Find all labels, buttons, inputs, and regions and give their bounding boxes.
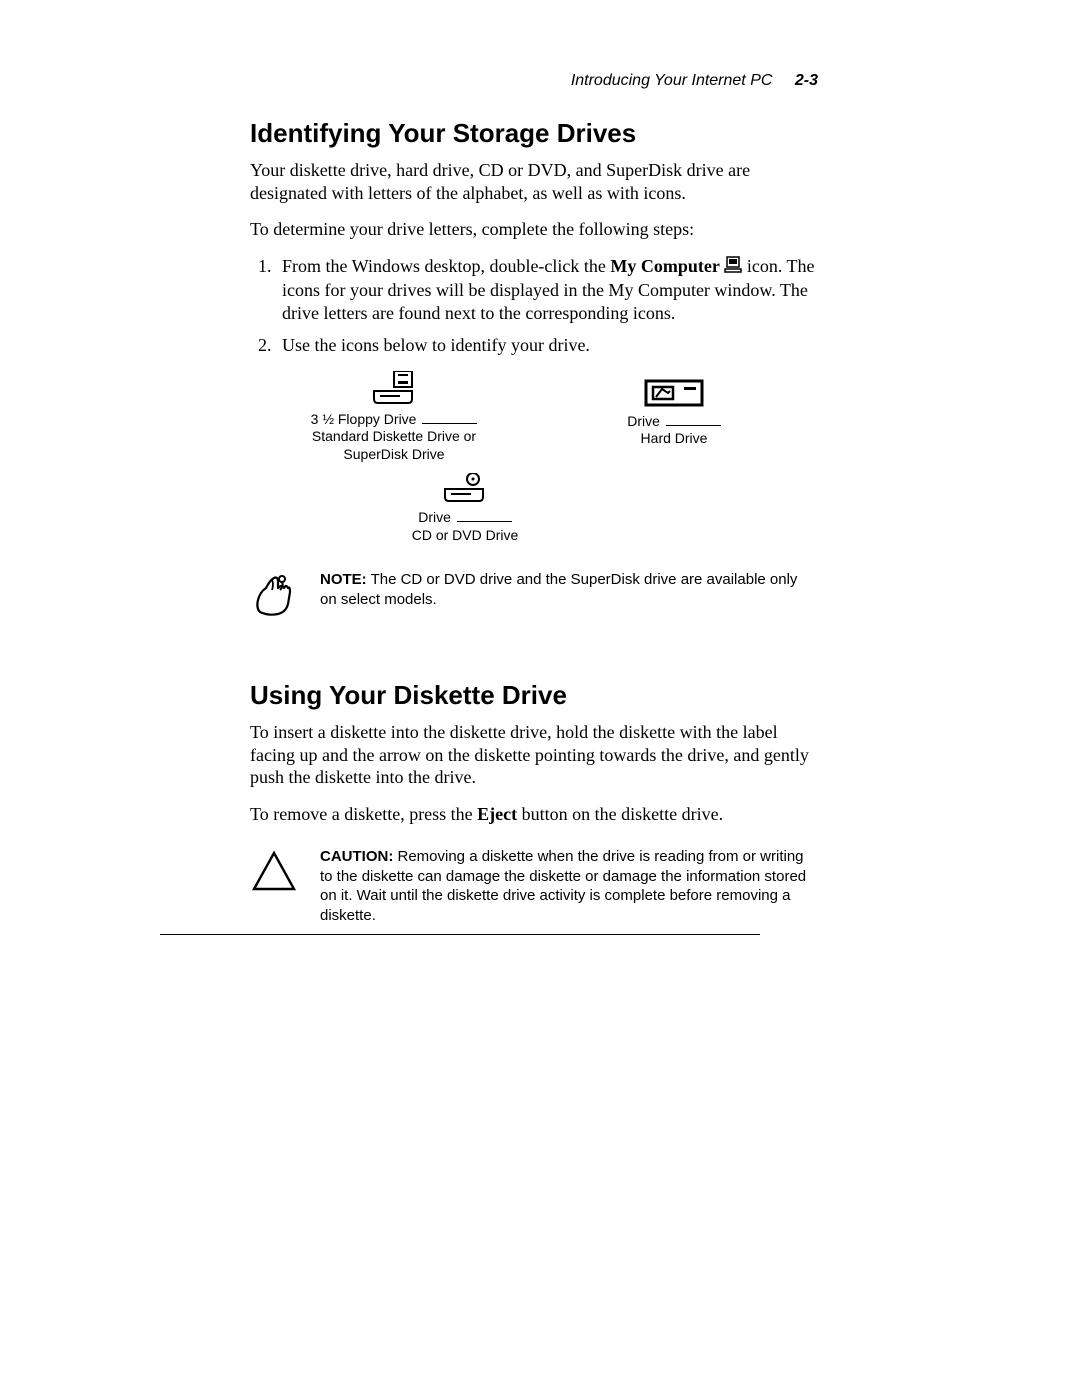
caution-block: CAUTION: Removing a diskette when the dr… — [250, 847, 818, 925]
floppy-label-line2: Standard Diskette Drive or — [299, 428, 489, 446]
drive-row-2: Drive CD or DVD Drive — [250, 473, 818, 544]
eject-label: Eject — [477, 804, 517, 824]
running-header: Introducing Your Internet PC 2-3 — [250, 72, 818, 90]
floppy-drive-icon — [372, 371, 416, 405]
footer-rule — [160, 934, 760, 935]
cd-label-line2: CD or DVD Drive — [370, 527, 560, 545]
hard-label-line1: Drive — [579, 413, 769, 431]
cd-drive-item: Drive CD or DVD Drive — [370, 473, 560, 544]
note-block: NOTE: The CD or DVD drive and the SuperD… — [250, 570, 818, 618]
step-1: From the Windows desktop, double-click t… — [276, 255, 818, 325]
page: Introducing Your Internet PC 2-3 Identif… — [0, 0, 1080, 1397]
drive-diagram: 3 ½ Floppy Drive Standard Diskette Drive… — [250, 371, 818, 545]
hard-drive-item: Drive Hard Drive — [579, 371, 769, 464]
drive-row-1: 3 ½ Floppy Drive Standard Diskette Drive… — [250, 371, 818, 464]
hard-drive-icon — [644, 379, 704, 407]
caution-triangle-icon — [250, 847, 298, 895]
blank-line — [457, 521, 512, 522]
steps-list: From the Windows desktop, double-click t… — [250, 255, 818, 357]
cd-label-a: Drive — [418, 509, 455, 525]
p2-a: To remove a diskette, press the — [250, 804, 477, 824]
floppy-label-line3: SuperDisk Drive — [299, 446, 489, 464]
hard-label-a: Drive — [627, 413, 664, 429]
blank-line — [666, 425, 721, 426]
heading-identifying-storage: Identifying Your Storage Drives — [250, 118, 818, 149]
note-hand-icon — [250, 570, 298, 618]
running-title: Introducing Your Internet PC — [571, 72, 773, 89]
floppy-label-line1: 3 ½ Floppy Drive — [299, 411, 489, 429]
step-2: Use the icons below to identify your dri… — [276, 334, 818, 357]
caution-body: Removing a diskette when the drive is re… — [320, 848, 806, 924]
cd-label-line1: Drive — [370, 509, 560, 527]
my-computer-label: My Computer — [610, 256, 719, 276]
floppy-drive-item: 3 ½ Floppy Drive Standard Diskette Drive… — [299, 371, 489, 464]
note-body: The CD or DVD drive and the SuperDisk dr… — [320, 571, 797, 608]
step-1-text-a: From the Windows desktop, double-click t… — [282, 256, 610, 276]
intro-paragraph-2: To determine your drive letters, complet… — [250, 218, 818, 241]
intro-paragraph-1: Your diskette drive, hard drive, CD or D… — [250, 159, 818, 204]
hard-label-line2: Hard Drive — [579, 430, 769, 448]
caution-label: CAUTION: — [320, 848, 393, 865]
diskette-paragraph-1: To insert a diskette into the diskette d… — [250, 721, 818, 789]
content-column: Introducing Your Internet PC 2-3 Identif… — [250, 72, 818, 955]
note-text: NOTE: The CD or DVD drive and the SuperD… — [320, 570, 818, 609]
p2-b: button on the diskette drive. — [517, 804, 723, 824]
blank-line — [422, 423, 477, 424]
my-computer-icon — [724, 256, 742, 280]
caution-text: CAUTION: Removing a diskette when the dr… — [320, 847, 818, 925]
page-number: 2-3 — [795, 72, 818, 89]
diskette-paragraph-2: To remove a diskette, press the Eject bu… — [250, 803, 818, 826]
note-label: NOTE: — [320, 571, 367, 588]
floppy-label-a: 3 ½ Floppy Drive — [311, 411, 421, 427]
heading-using-diskette: Using Your Diskette Drive — [250, 680, 818, 711]
cd-drive-icon — [443, 473, 487, 503]
